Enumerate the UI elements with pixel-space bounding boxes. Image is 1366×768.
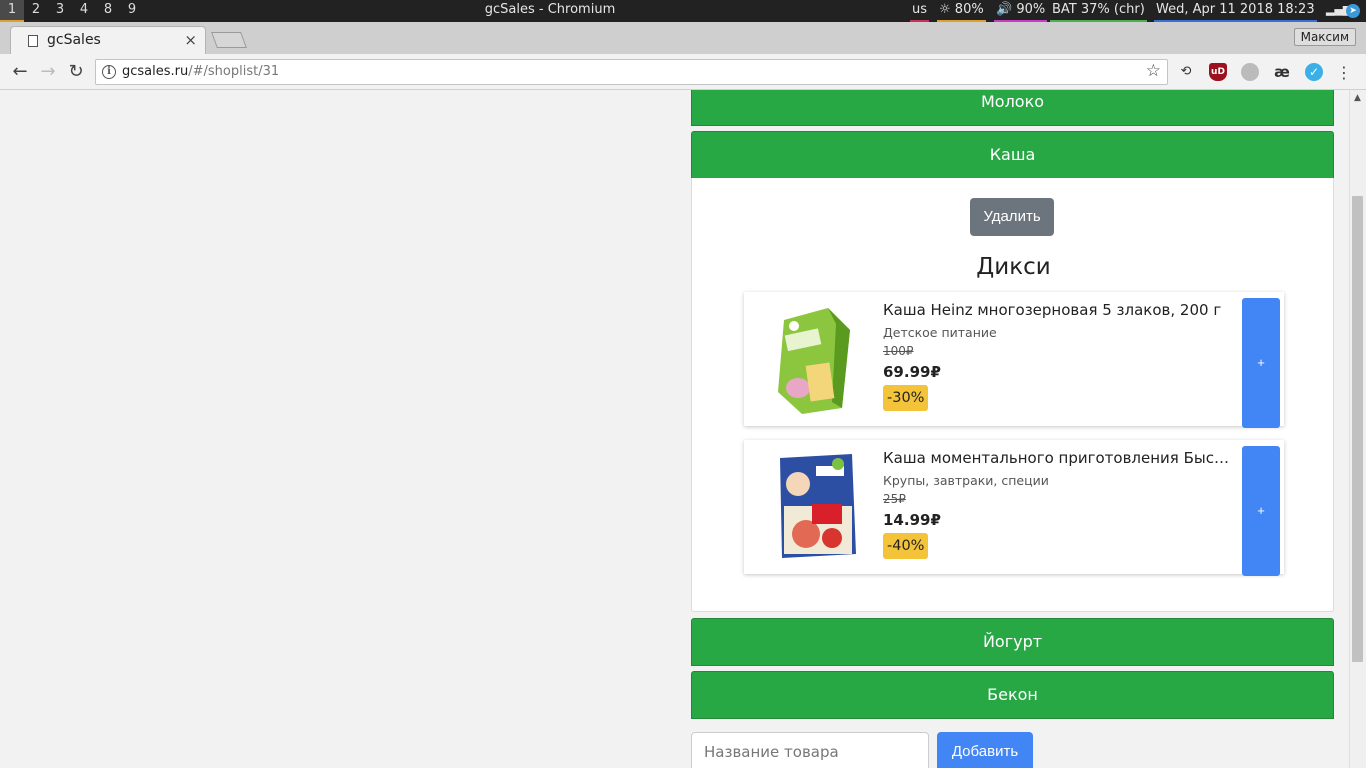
category-yogurt[interactable]: Йогурт: [691, 618, 1334, 666]
category-kasha[interactable]: Каша: [691, 131, 1334, 179]
tab-gcsales[interactable]: gcSales ×: [10, 26, 206, 54]
product-category: Детское питание: [883, 325, 997, 340]
window-manager-bar: 1 2 3 4 8 9 gcSales - Chromium us ☼ 80% …: [0, 0, 1366, 22]
product-new-price: 14.99₽: [883, 511, 941, 529]
category-bekon[interactable]: Бекон: [691, 671, 1334, 719]
product-old-price: 100₽: [883, 344, 914, 358]
delete-button[interactable]: Удалить: [970, 198, 1054, 236]
scroll-thumb[interactable]: [1352, 196, 1363, 662]
url-host: gcsales.ru: [122, 64, 189, 79]
product-new-price: 69.99₽: [883, 363, 941, 381]
discount-badge: -30%: [883, 385, 929, 411]
history-icon[interactable]: ⟲: [1177, 63, 1195, 81]
page-viewport: Молоко Каша Удалить Дикси Каша Heinz мно…: [0, 90, 1349, 768]
product-card: Каша Heinz многозерновая 5 злаков, 200 г…: [744, 292, 1284, 428]
tab-strip: gcSales × Максим: [0, 22, 1366, 54]
product-old-price: 25₽: [883, 492, 906, 506]
clock: Wed, Apr 11 2018 18:23: [1154, 0, 1317, 22]
window-title: gcSales - Chromium: [484, 2, 616, 17]
tab-title: gcSales: [47, 32, 101, 48]
product-name: Каша Heinz многозерновая 5 злаков, 200 г: [883, 301, 1222, 319]
address-bar[interactable]: i gcsales.ru/#/shoplist/31 ☆: [95, 59, 1168, 85]
url-text[interactable]: gcsales.ru/#/shoplist/31: [122, 64, 279, 79]
speaker-icon: 🔊: [996, 2, 1013, 17]
keyboard-layout: us: [910, 0, 930, 22]
page-scrollbar[interactable]: ▲: [1349, 90, 1366, 768]
product-image-bystrov: [780, 454, 856, 558]
battery-indicator: BAT 37% (chr): [1050, 0, 1147, 22]
url-path: /#/shoplist/31: [188, 64, 280, 79]
telegram-icon[interactable]: ➤: [1344, 0, 1362, 22]
back-icon[interactable]: ←: [8, 60, 32, 84]
category-moloko[interactable]: Молоко: [691, 90, 1334, 126]
brightness-value: 80%: [954, 2, 984, 17]
battery-value: BAT 37% (chr): [1052, 2, 1145, 17]
keyboard-layout-label: us: [912, 2, 928, 17]
profile-button[interactable]: Максим: [1293, 28, 1356, 46]
discount-badge: -40%: [883, 533, 929, 559]
add-to-list-button[interactable]: +: [1242, 298, 1280, 428]
close-icon[interactable]: ×: [184, 31, 197, 49]
brightness-indicator: ☼ 80%: [937, 0, 986, 22]
add-button[interactable]: Добавить: [937, 732, 1033, 768]
datetime-value: Wed, Apr 11 2018 18:23: [1156, 2, 1315, 17]
menu-icon[interactable]: ⋮: [1336, 63, 1352, 82]
ae-icon[interactable]: æ: [1273, 63, 1291, 81]
product-card: Каша моментального приготовления Быстров…: [744, 440, 1284, 576]
product-name: Каша моментального приготовления Быстров…: [883, 449, 1235, 467]
product-category: Крупы, завтраки, специи: [883, 473, 1049, 488]
volume-indicator: 🔊 90%: [994, 0, 1048, 22]
product-image-heinz: [778, 308, 850, 414]
reload-icon[interactable]: ↻: [64, 60, 88, 84]
globe-icon[interactable]: [1241, 63, 1259, 81]
forward-icon[interactable]: →: [36, 60, 60, 84]
info-icon[interactable]: i: [102, 65, 116, 79]
product-name-input[interactable]: [691, 732, 929, 768]
new-tab-button[interactable]: [211, 32, 247, 48]
scroll-up-icon[interactable]: ▲: [1354, 93, 1361, 103]
store-title: Дикси: [976, 254, 1051, 280]
ublock-icon[interactable]: uD: [1209, 63, 1227, 81]
document-icon: [28, 35, 38, 47]
category-kasha-panel: Удалить Дикси Каша Heinz многозерновая 5…: [691, 178, 1334, 612]
bookmark-star-icon[interactable]: ☆: [1146, 61, 1161, 81]
volume-value: 90%: [1016, 2, 1046, 17]
checkmark-icon[interactable]: ✓: [1305, 63, 1323, 81]
add-to-list-button[interactable]: +: [1242, 446, 1280, 576]
browser-toolbar: ← → ↻ i gcsales.ru/#/shoplist/31 ☆ ⟲ uD …: [0, 54, 1366, 90]
brightness-icon: ☼: [939, 2, 951, 17]
